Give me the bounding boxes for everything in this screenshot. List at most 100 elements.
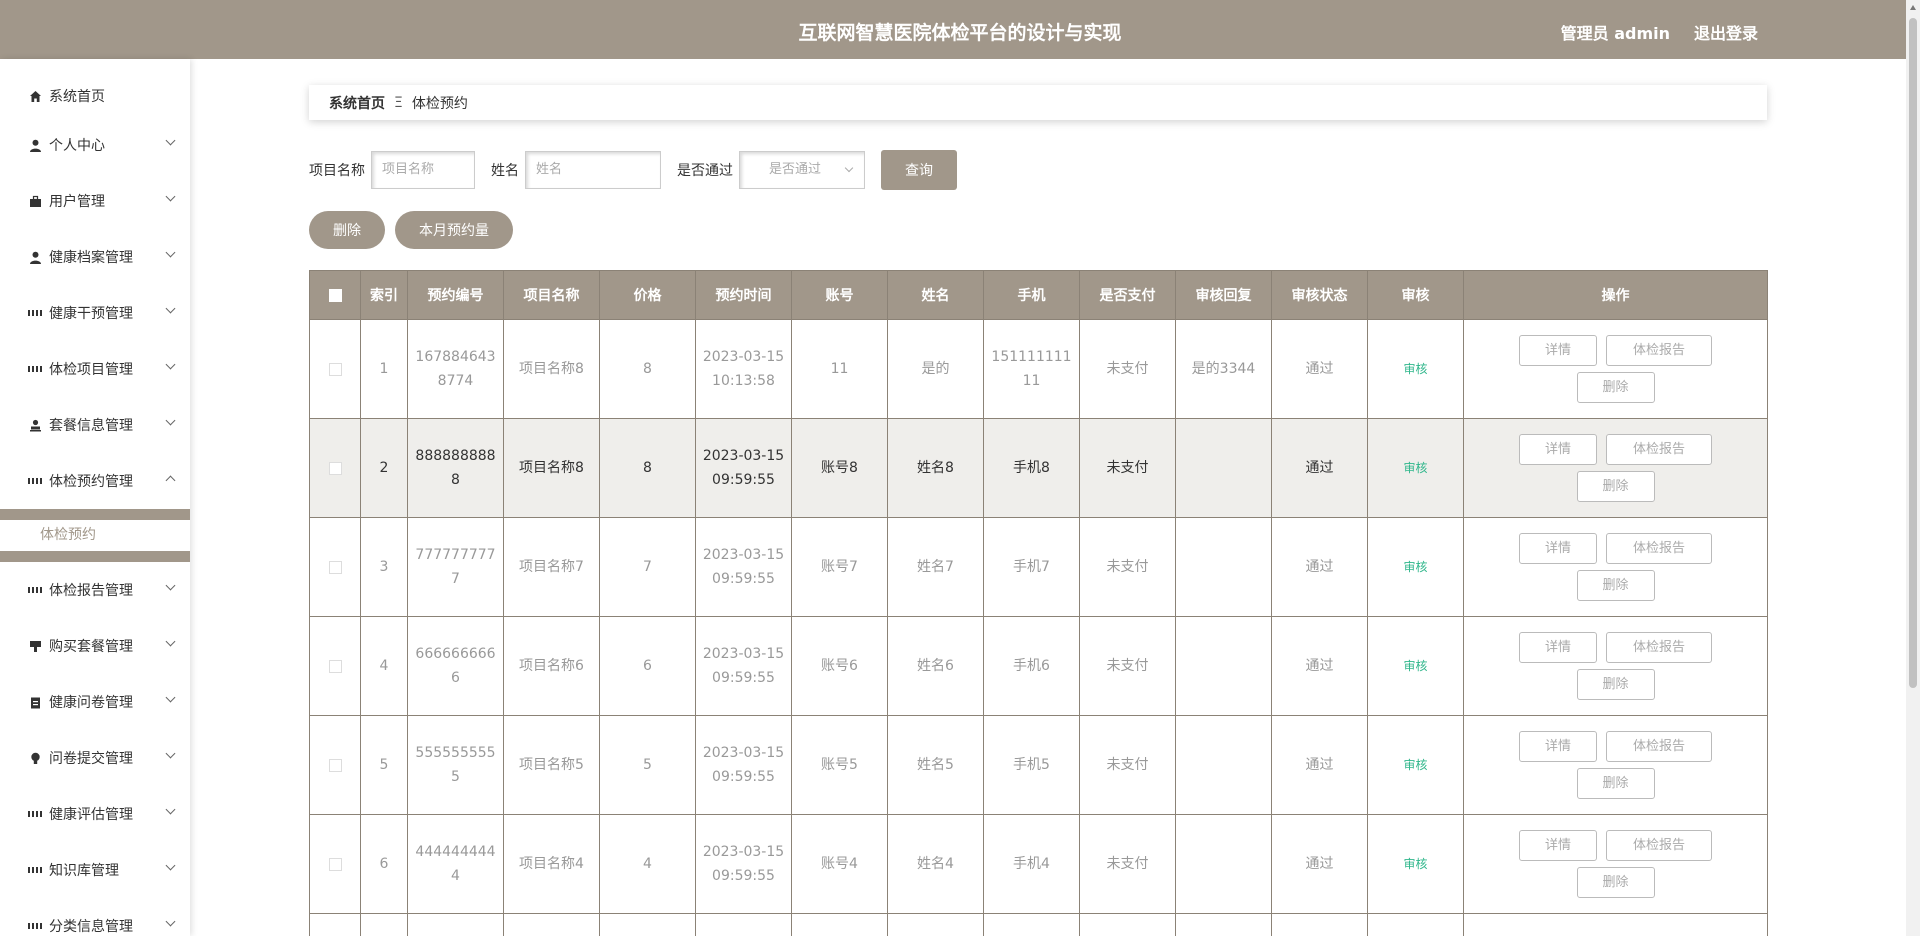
audit-link[interactable]: 审核 [1403,857,1427,871]
sidebar-item-label: 体检项目管理 [49,362,133,378]
detail-button[interactable]: 详情 [1519,830,1597,861]
sidebar-item-purchases[interactable]: 购买套餐管理 [0,618,190,674]
name-label: 姓名 [491,163,519,179]
header-select-all[interactable] [309,270,361,320]
sidebar-item-submissions[interactable]: 问卷提交管理 [0,730,190,786]
sidebar-item-knowledge[interactable]: 知识库管理 [0,842,190,898]
cell-time: 2023-03-15 09:59:55 [695,814,792,914]
report-button[interactable]: 体检报告 [1606,830,1712,861]
row-delete-button[interactable]: 删除 [1576,570,1655,601]
sidebar-item-personal[interactable]: 个人中心 [0,117,190,173]
cell-paid: 未支付 [1079,319,1176,419]
cell-booking-no: 4444444444 [407,814,504,914]
cell-account: 账号6 [791,616,888,716]
report-button[interactable]: 体检报告 [1606,632,1712,663]
row-delete-button[interactable]: 删除 [1576,768,1655,799]
report-button[interactable]: 体检报告 [1606,335,1712,366]
audit-link[interactable]: 审核 [1403,362,1427,376]
scrollbar-thumb[interactable] [1909,18,1917,688]
column-header: 审核 [1367,270,1464,320]
clipboard-icon [28,695,42,709]
column-header: 价格 [599,270,696,320]
column-header: 索引 [360,270,408,320]
cell-reply [1175,418,1272,518]
cell-paid: 未支付 [1079,715,1176,815]
sidebar-item-assessment[interactable]: 健康评估管理 [0,786,190,842]
row-delete-button[interactable]: 删除 [1576,867,1655,898]
chevron-down-icon [165,303,176,314]
report-button[interactable]: 体检报告 [1606,731,1712,762]
sidebar-item-label: 知识库管理 [49,863,119,879]
cell-paid: 未支付 [1079,418,1176,518]
column-header: 手机 [983,270,1080,320]
sidebar-item-health-records[interactable]: 健康档案管理 [0,229,190,285]
monthly-appointments-button[interactable]: 本月预约量 [395,211,513,249]
sidebar-item-intervention[interactable]: 健康干预管理 [0,285,190,341]
sidebar-subitem-appointment[interactable]: 体检预约 [0,520,190,551]
cell-price: 7 [599,517,696,617]
cell-name: 是的 [887,319,984,419]
name-input[interactable]: 姓名 [525,151,661,189]
cell-price: 8 [599,418,696,518]
detail-button[interactable]: 详情 [1519,731,1597,762]
row-checkbox[interactable] [328,659,342,673]
row-delete-button[interactable]: 删除 [1576,471,1655,502]
audit-link[interactable]: 审核 [1403,659,1427,673]
cell-name: 姓名4 [887,814,984,914]
breadcrumb-home[interactable]: 系统首页 [329,93,385,113]
cell-booking-no: 6666666666 [407,616,504,716]
detail-button[interactable]: 详情 [1519,632,1597,663]
detail-button[interactable]: 详情 [1519,434,1597,465]
row-checkbox[interactable] [328,560,342,574]
sidebar-item-appointments[interactable]: 体检预约管理 [0,453,190,509]
row-checkbox[interactable] [328,362,342,376]
detail-button[interactable]: 详情 [1519,335,1597,366]
sidebar-item-home[interactable]: 系统首页 [0,75,190,117]
cell-account: 账号4 [791,814,888,914]
sidebar-item-reports[interactable]: 体检报告管理 [0,562,190,618]
home-icon [28,89,42,103]
select-all-checkbox[interactable] [328,288,342,302]
row-delete-button[interactable]: 删除 [1576,669,1655,700]
cell-empty [791,913,888,936]
scroll-up-arrow-icon[interactable] [1910,5,1916,10]
cell-phone: 手机5 [983,715,1080,815]
sidebar-item-label: 体检报告管理 [49,583,133,599]
row-checkbox[interactable] [328,461,342,475]
audit-link[interactable]: 审核 [1403,461,1427,475]
cell-account: 账号5 [791,715,888,815]
detail-button[interactable]: 详情 [1519,533,1597,564]
logout-link[interactable]: 退出登录 [1694,20,1758,44]
sidebar-item-exam-items[interactable]: 体检项目管理 [0,341,190,397]
row-checkbox[interactable] [328,758,342,772]
sidebar-item-users[interactable]: 用户管理 [0,173,190,229]
page-scrollbar[interactable] [1906,0,1920,936]
delete-button[interactable]: 删除 [309,211,385,249]
cell-status: 通过 [1271,814,1368,914]
row-delete-button[interactable]: 删除 [1576,372,1655,403]
person-icon [28,418,42,432]
column-header: 姓名 [887,270,984,320]
cell-index: 4 [360,616,408,716]
cell-project: 项目名称8 [503,319,600,419]
cell-reply [1175,517,1272,617]
cell-empty [503,913,600,936]
cell-time: 2023-03-15 10:13:58 [695,319,792,419]
audit-link[interactable]: 审核 [1403,560,1427,574]
row-checkbox[interactable] [328,857,342,871]
cell-empty [599,913,696,936]
sidebar-item-label: 个人中心 [49,138,105,154]
report-button[interactable]: 体检报告 [1606,533,1712,564]
passed-select[interactable]: 是否通过 [739,151,865,189]
cell-index: 3 [360,517,408,617]
sidebar-item-questionnaires[interactable]: 健康问卷管理 [0,674,190,730]
report-button[interactable]: 体检报告 [1606,434,1712,465]
sidebar-item-packages[interactable]: 套餐信息管理 [0,397,190,453]
audit-link[interactable]: 审核 [1403,758,1427,772]
sidebar-item-categories[interactable]: 分类信息管理 [0,898,190,936]
cell-empty [1367,913,1464,936]
sidebar-item-label: 用户管理 [49,194,105,210]
query-button[interactable]: 查询 [881,150,957,190]
project-name-input[interactable]: 项目名称 [371,151,475,189]
chevron-down-icon [165,636,176,647]
